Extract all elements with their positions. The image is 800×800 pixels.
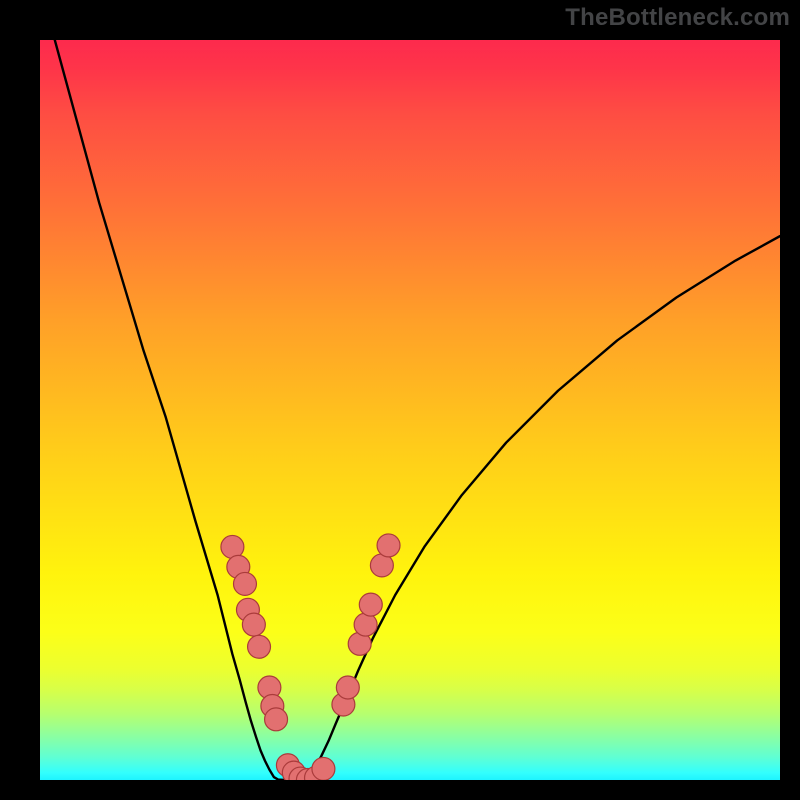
bead-marker <box>242 613 265 636</box>
bead-marker <box>248 635 271 658</box>
bead-marker <box>234 572 257 595</box>
beads-group <box>221 534 400 780</box>
plot-area <box>40 40 780 780</box>
chart-stage: TheBottleneck.com <box>0 0 800 800</box>
watermark-text: TheBottleneck.com <box>565 4 790 32</box>
bead-marker <box>312 757 335 780</box>
bead-marker <box>354 613 377 636</box>
bead-marker <box>265 708 288 731</box>
bead-marker <box>221 535 244 558</box>
bead-marker <box>359 593 382 616</box>
bead-marker <box>377 534 400 557</box>
beads-layer <box>40 40 780 780</box>
bead-marker <box>336 676 359 699</box>
